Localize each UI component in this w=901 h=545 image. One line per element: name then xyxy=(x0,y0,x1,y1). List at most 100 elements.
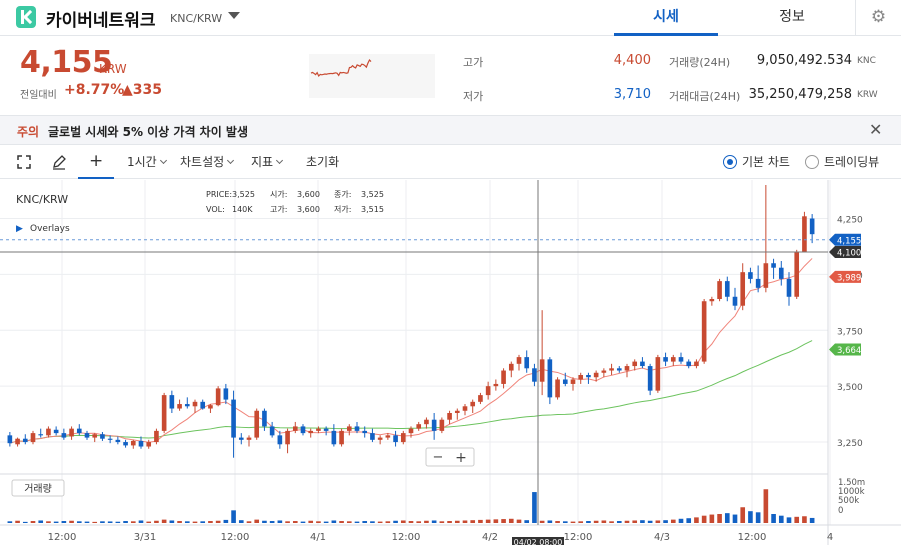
volume-bar xyxy=(763,489,769,523)
candlestick-chart[interactable]: 4,2504,0003,7503,5003,2504,1554,1003,989… xyxy=(0,180,901,545)
pencil-icon[interactable] xyxy=(51,154,67,170)
candle xyxy=(285,430,290,445)
volume-bar xyxy=(601,520,607,523)
volume-bar xyxy=(755,512,761,523)
interval-dropdown[interactable]: 1시간 xyxy=(127,153,167,170)
volume-bar xyxy=(655,520,661,523)
fullscreen-icon[interactable] xyxy=(17,155,31,169)
candle xyxy=(177,404,182,409)
volume-bar xyxy=(370,521,375,523)
candle xyxy=(462,406,468,411)
volume-bar xyxy=(354,521,360,523)
volume-bar xyxy=(377,521,383,523)
volume-bar xyxy=(316,521,321,523)
overlays-toggle[interactable]: ▶ xyxy=(16,224,23,234)
chevron-down-icon xyxy=(227,156,235,165)
volume-bar xyxy=(593,520,599,523)
chevron-down-icon xyxy=(276,156,284,165)
candle xyxy=(593,372,599,378)
candle xyxy=(447,413,452,420)
tradingview-radio[interactable] xyxy=(805,155,819,169)
candle xyxy=(470,401,476,407)
candle xyxy=(424,419,429,425)
candle xyxy=(292,426,298,431)
volume-bar xyxy=(22,521,28,523)
volume-bar xyxy=(184,521,190,523)
candle xyxy=(431,419,437,431)
volume-bar xyxy=(640,520,645,523)
volume-bar xyxy=(686,518,692,523)
volume-tick-label: 500k xyxy=(838,496,859,506)
volume-bar xyxy=(462,520,468,523)
basic-chart-radio[interactable] xyxy=(723,155,737,169)
candle xyxy=(377,437,383,440)
volume-bar xyxy=(262,520,267,523)
zoom-out-button[interactable]: − xyxy=(433,450,444,465)
candle xyxy=(586,375,591,378)
crosshair-tool[interactable]: + xyxy=(78,145,114,179)
coin-pair: KNC/KRW xyxy=(170,12,223,25)
volume-bar xyxy=(277,520,283,523)
zoom-in-button[interactable]: + xyxy=(455,450,467,466)
candle xyxy=(748,272,753,279)
volume-bar xyxy=(254,519,260,523)
volume-bar xyxy=(694,517,699,523)
candle xyxy=(763,263,769,288)
gear-icon[interactable]: ⚙ xyxy=(855,0,901,36)
candle xyxy=(393,435,398,443)
tab-price[interactable]: 시세 xyxy=(614,0,718,36)
candle xyxy=(331,430,337,445)
ohlc-label: VOL: xyxy=(206,205,225,214)
candle xyxy=(115,439,121,443)
volume-bar xyxy=(470,520,476,523)
volume-unit: KNC xyxy=(857,56,876,66)
candle xyxy=(138,440,144,447)
chart-symbol: KNC/KRW xyxy=(16,193,68,206)
volume-bar xyxy=(231,510,236,523)
candle xyxy=(22,438,28,443)
volume-bar xyxy=(115,521,121,523)
ohlc-label: PRICE: xyxy=(206,190,232,199)
volume-bar xyxy=(493,519,499,523)
candle xyxy=(308,430,314,434)
candle xyxy=(724,281,730,297)
notice-bar: 주의 글로벌 시세와 5% 이상 가격 차이 발생 ✕ xyxy=(0,115,901,145)
candle xyxy=(254,410,260,438)
candle xyxy=(184,404,190,407)
volume-bar xyxy=(408,521,414,523)
low-label: 저가 xyxy=(463,90,484,103)
volume-bar xyxy=(53,521,59,523)
change-percent: +8.77% xyxy=(64,82,125,98)
candle xyxy=(46,428,51,436)
overlays-label: Overlays xyxy=(30,224,70,234)
volume-bar xyxy=(771,514,776,523)
candle xyxy=(408,428,414,434)
candle xyxy=(632,361,638,367)
volume-bar xyxy=(323,521,329,523)
volume-bar xyxy=(177,521,182,523)
candle xyxy=(601,370,607,373)
trade-value-unit: KRW xyxy=(857,90,878,100)
ohlc-value: 3,525 xyxy=(361,190,384,199)
indicators-dropdown[interactable]: 지표 xyxy=(251,153,284,170)
chart-settings-dropdown[interactable]: 차트설정 xyxy=(180,153,235,170)
volume-bar xyxy=(732,514,738,523)
volume-bar xyxy=(454,520,460,523)
volume-bar xyxy=(524,520,530,523)
tab-info[interactable]: 정보 xyxy=(740,0,844,36)
candle xyxy=(640,361,645,367)
volume-bar xyxy=(208,521,213,523)
candle xyxy=(215,388,221,406)
volume-bar xyxy=(724,513,730,523)
coin-dropdown-icon[interactable] xyxy=(228,12,240,19)
volume-value: 9,050,492.534 xyxy=(756,53,852,68)
candle xyxy=(732,296,738,306)
candle xyxy=(223,388,229,400)
reset-button[interactable]: 초기화 xyxy=(306,153,339,170)
candle xyxy=(107,438,113,440)
candle xyxy=(100,434,105,439)
volume-bar xyxy=(478,519,483,523)
volume-bar xyxy=(69,520,74,523)
candle xyxy=(539,359,545,382)
close-icon[interactable]: ✕ xyxy=(869,120,882,139)
